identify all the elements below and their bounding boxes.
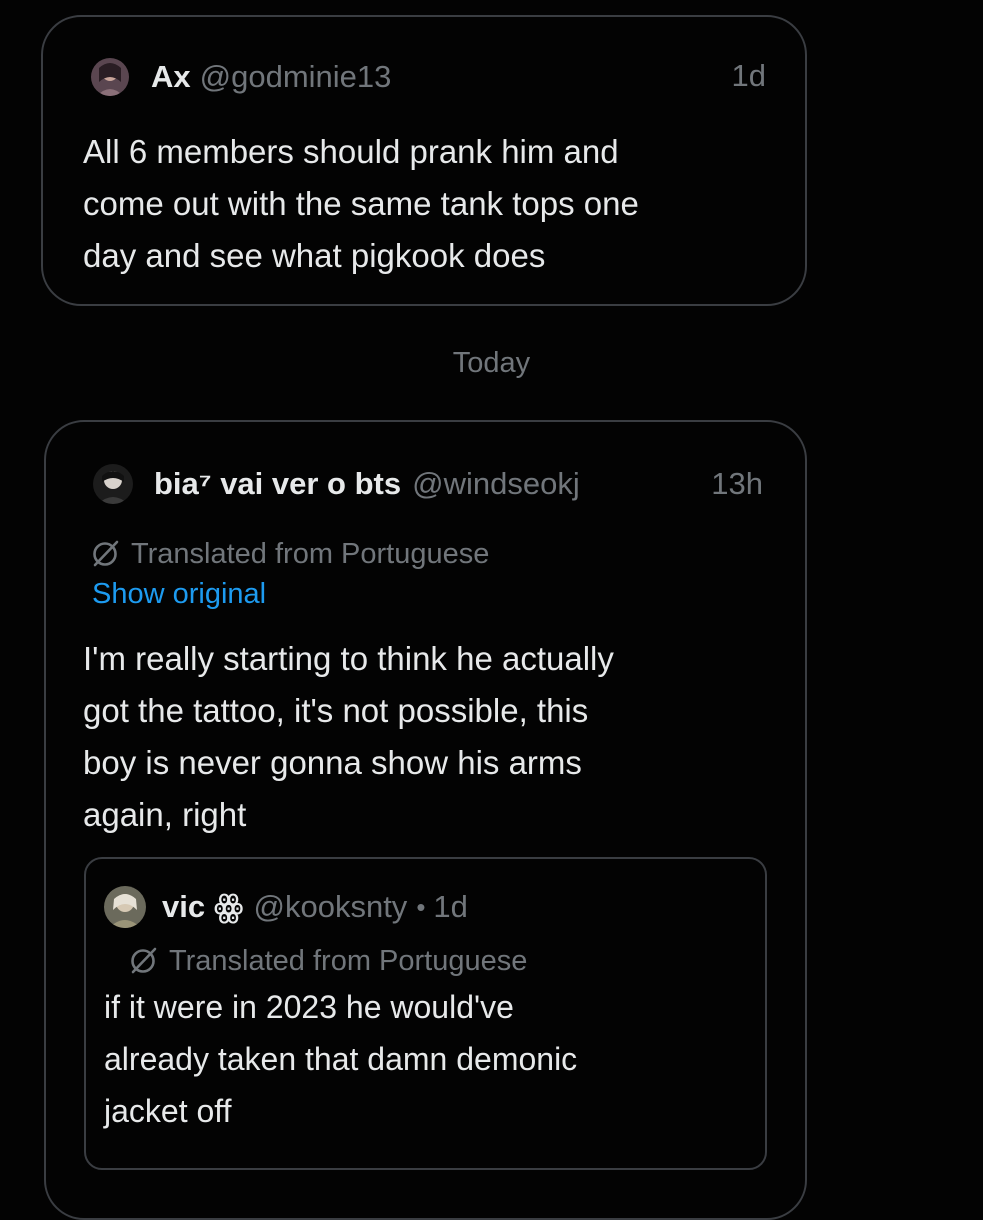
post-card-bia[interactable]: bia⁷ vai ver o bts @windseokj 13h Transl… [44,420,807,1220]
post-text: I'm really starting to think he actually… [83,633,614,841]
post-text-line: got the tattoo, it's not possible, this [83,692,589,729]
post-header: Ax @godminie13 [91,54,391,100]
post-text-line: again, right [83,796,247,833]
quoted-post[interactable]: vic ꙮ @kooksnty • 1d Translated from Por… [84,857,767,1170]
avatar[interactable] [91,58,129,96]
translate-slash-circle-icon [131,947,157,974]
author-name[interactable]: bia⁷ vai ver o bts [154,466,401,502]
quoted-text-line: jacket off [104,1093,232,1129]
translation-label: Translated from Portuguese [169,944,528,977]
post-timestamp[interactable]: 1d [732,58,766,94]
quoted-author-handle[interactable]: @kooksnty [254,889,408,925]
quoted-translation-notice: Translated from Portuguese [126,941,527,981]
quoted-author-name[interactable]: vic ꙮ [162,889,244,925]
translation-notice: Translated from Portuguese [88,534,489,574]
quoted-text-line: already taken that damn demonic [104,1041,578,1077]
date-divider: Today [452,347,531,379]
translation-label: Translated from Portuguese [131,537,490,570]
post-text-line: day and see what pigkook does [83,237,546,274]
author-handle[interactable]: @windseokj [412,466,580,502]
avatar[interactable] [93,464,133,504]
post-text: All 6 members should prank him and come … [83,126,639,282]
quoted-post-header: vic ꙮ @kooksnty • 1d [104,885,468,929]
author-name[interactable]: Ax [151,59,191,95]
separator-dot: • [416,891,426,922]
quoted-post-timestamp[interactable]: 1d [433,889,467,925]
show-original-link[interactable]: Show original [92,576,266,612]
avatar[interactable] [104,886,146,928]
post-card-ax[interactable]: Ax @godminie13 1d All 6 members should p… [41,15,807,306]
quoted-post-text: if it were in 2023 he would've already t… [104,981,577,1137]
post-text-line: boy is never gonna show his arms [83,744,582,781]
author-handle[interactable]: @godminie13 [200,59,392,95]
post-header: bia⁷ vai ver o bts @windseokj [93,460,580,508]
translate-slash-circle-icon [93,540,119,567]
post-text-line: come out with the same tank tops one [83,185,639,222]
post-timestamp[interactable]: 13h [711,466,763,502]
quoted-text-line: if it were in 2023 he would've [104,989,514,1025]
post-text-line: I'm really starting to think he actually [83,640,614,677]
post-text-line: All 6 members should prank him and [83,133,619,170]
